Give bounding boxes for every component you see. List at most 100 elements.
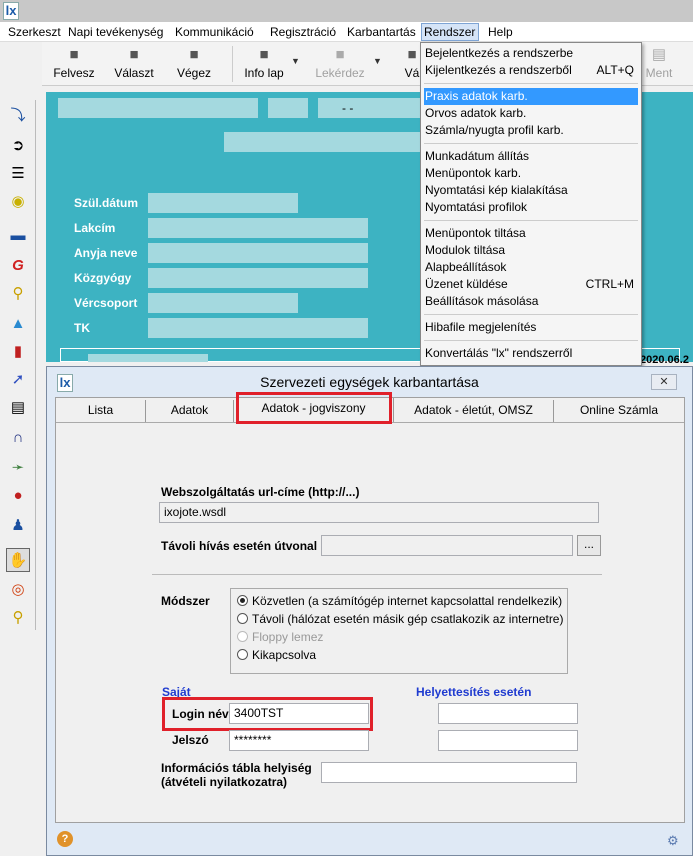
target-icon[interactable]: ◎ bbox=[6, 578, 30, 602]
g-letter-icon[interactable]: G bbox=[6, 254, 30, 278]
user-add-icon: ■ bbox=[69, 46, 79, 63]
method-label: Módszer bbox=[161, 594, 210, 608]
password-field[interactable]: ******** bbox=[229, 730, 369, 751]
menu-bar: Szerkeszt Napi tevékenység Kommunikáció … bbox=[0, 22, 693, 42]
flask-icon[interactable]: ▲ bbox=[6, 312, 30, 336]
bg-field bbox=[88, 354, 208, 362]
substitute-password-field[interactable] bbox=[438, 730, 578, 751]
lekerdez-button[interactable]: ■ Lekérdez bbox=[312, 44, 368, 84]
dialog-body: Lista Adatok Adatok - jogviszony Adatok … bbox=[55, 392, 685, 823]
stethoscope-icon[interactable]: ⤵ bbox=[6, 104, 30, 128]
info-table-field[interactable] bbox=[321, 762, 577, 783]
key-icon[interactable]: ⚲ bbox=[6, 282, 30, 306]
bg-date-text: 2020.06.2 bbox=[640, 354, 689, 366]
tab-online-szamla[interactable]: Online Számla bbox=[554, 400, 684, 422]
app-title-bar: lx bbox=[0, 0, 693, 22]
szervezeti-egysegek-dialog: lx Szervezeti egységek karbantartása ✕ L… bbox=[46, 366, 693, 856]
menu-item-kijelentkezes[interactable]: Kijelentkezés a rendszerből ALT+Q bbox=[424, 62, 638, 79]
save-icon: ▤ bbox=[651, 46, 667, 63]
menu-regisztracio[interactable]: Regisztráció bbox=[268, 24, 338, 40]
toolbar-separator bbox=[232, 46, 233, 82]
menu-item-hibafile[interactable]: Hibafile megjelenítés bbox=[424, 319, 638, 336]
vegez-button[interactable]: ■ Végez bbox=[172, 44, 216, 84]
bg-label: Vércsoport bbox=[74, 296, 138, 310]
menu-item-konvertalas[interactable]: Konvertálás "lx" rendszerről bbox=[424, 345, 638, 362]
method-option-kozvetlen[interactable]: Közvetlen (a számítógép internet kapcsol… bbox=[237, 593, 562, 609]
group-divider bbox=[152, 574, 602, 575]
menu-item-munkadatum[interactable]: Munkadátum állítás bbox=[424, 148, 638, 165]
menu-napi-tevekenyseg[interactable]: Napi tevékenység bbox=[66, 24, 165, 40]
bg-field bbox=[148, 293, 298, 313]
tab-adatok-eletut[interactable]: Adatok - életút, OMSZ bbox=[394, 400, 554, 422]
method-option-tavoli[interactable]: Távoli (hálózat esetén másik gép csatlak… bbox=[237, 611, 563, 627]
syringe-icon[interactable]: ➚ bbox=[6, 368, 30, 392]
info-lap-dropdown-icon[interactable]: ▼ bbox=[291, 56, 300, 66]
valaszt-button[interactable]: ■ Választ bbox=[112, 44, 156, 84]
settings-icon[interactable]: ⚙ bbox=[667, 833, 679, 849]
menu-item-modulok-tiltasa[interactable]: Modulok tiltása bbox=[424, 242, 638, 259]
webservice-url-field[interactable]: ixojote.wsdl bbox=[159, 502, 599, 523]
info-lap-label: Info lap bbox=[244, 66, 284, 80]
menu-item-menupontok-tiltasa[interactable]: Menüpontok tiltása bbox=[424, 225, 638, 242]
person-icon[interactable]: ♟ bbox=[6, 514, 30, 538]
bg-label: TK bbox=[74, 321, 90, 335]
menu-rendszer[interactable]: Rendszer bbox=[421, 23, 479, 41]
tab-adatok[interactable]: Adatok bbox=[146, 400, 234, 422]
bg-field bbox=[148, 193, 298, 213]
hand-icon[interactable]: ✋ bbox=[6, 548, 30, 572]
menu-item-praxis-adatok[interactable]: Praxis adatok karb. bbox=[424, 88, 638, 105]
login-arrow-icon[interactable]: ➲ bbox=[6, 134, 30, 158]
close-button[interactable]: ✕ bbox=[651, 374, 677, 390]
left-toolbar: ⤵ ➲ ☰ ◉ ▬ G ⚲ ▲ ▮ ➚ ▤ ∩ ➛ ● ♟ ✋ ◎ ⚲ bbox=[0, 100, 36, 630]
list-icon[interactable]: ☰ bbox=[6, 162, 30, 186]
menu-item-szamla-profil[interactable]: Számla/nyugta profil karb. bbox=[424, 122, 638, 139]
lekerdez-dropdown-icon[interactable]: ▼ bbox=[373, 56, 382, 66]
rendszer-dropdown-menu: Bejelentkezés a rendszerbe Kijelentkezés… bbox=[420, 42, 642, 366]
menu-item-alapbeallitasok[interactable]: Alapbeállítások bbox=[424, 259, 638, 276]
info-lap-button[interactable]: ■ Info lap bbox=[240, 44, 288, 84]
close-icon: ✕ bbox=[659, 376, 669, 388]
menu-item-orvos-adatok[interactable]: Orvos adatok karb. bbox=[424, 105, 638, 122]
menu-item-menupontok-karb[interactable]: Menüpontok karb. bbox=[424, 165, 638, 182]
menu-help[interactable]: Help bbox=[486, 24, 515, 40]
menu-item-label: Számla/nyugta profil karb. bbox=[425, 123, 564, 137]
method-option-kikapcsolva[interactable]: Kikapcsolva bbox=[237, 647, 316, 663]
menu-separator bbox=[424, 220, 638, 221]
felvesz-button[interactable]: ■ Felvesz bbox=[52, 44, 96, 84]
ment-label: Ment bbox=[645, 66, 673, 80]
clipboard-icon[interactable]: ▤ bbox=[6, 396, 30, 420]
ment-button[interactable]: ▤ Ment bbox=[642, 44, 676, 84]
menu-item-label: Nyomtatási kép kialakítása bbox=[425, 183, 568, 197]
app-logo-icon: lx bbox=[3, 2, 19, 20]
injection-icon[interactable]: ➛ bbox=[6, 456, 30, 480]
test-tube-icon[interactable]: ▮ bbox=[6, 340, 30, 364]
menu-item-shortcut: ALT+Q bbox=[596, 63, 634, 77]
menu-item-nyomtatasi-profilok[interactable]: Nyomtatási profilok bbox=[424, 199, 638, 216]
menu-item-bejelentkezes[interactable]: Bejelentkezés a rendszerbe bbox=[424, 45, 638, 62]
menu-szerkeszt[interactable]: Szerkeszt bbox=[6, 24, 63, 40]
key-icon[interactable]: ⚲ bbox=[6, 606, 30, 630]
tab-lista[interactable]: Lista bbox=[56, 400, 146, 422]
method-option-floppy[interactable]: Floppy lemez bbox=[237, 629, 323, 645]
magnet-icon[interactable]: ∩ bbox=[6, 426, 30, 450]
database-icon[interactable]: ◉ bbox=[6, 190, 30, 214]
remote-path-field[interactable] bbox=[321, 535, 573, 556]
browse-button[interactable]: ... bbox=[577, 535, 601, 556]
tab-label: Online Számla bbox=[579, 403, 659, 417]
menu-item-uzenet-kuldese[interactable]: Üzenet küldése CTRL+M bbox=[424, 276, 638, 293]
help-icon[interactable]: ? bbox=[57, 831, 73, 847]
menu-item-nyomtatasi-kep[interactable]: Nyomtatási kép kialakítása bbox=[424, 182, 638, 199]
tab-label: Adatok bbox=[170, 403, 209, 417]
va-button[interactable]: ■ Vá bbox=[402, 44, 422, 84]
radio-dot bbox=[237, 613, 248, 624]
bg-label: Szül.dátum bbox=[74, 196, 139, 210]
menu-item-beallitasok-masolasa[interactable]: Beállítások másolása bbox=[424, 293, 638, 310]
felvesz-label: Felvesz bbox=[53, 66, 95, 80]
substitute-login-field[interactable] bbox=[438, 703, 578, 724]
bed-icon[interactable]: ▬ bbox=[6, 224, 30, 248]
menu-karbantartas[interactable]: Karbantartás bbox=[345, 24, 418, 40]
menu-item-label: Kijelentkezés a rendszerből bbox=[425, 63, 572, 77]
menu-kommunikacio[interactable]: Kommunikáció bbox=[173, 24, 256, 40]
radio-dot bbox=[237, 595, 248, 606]
pills-icon[interactable]: ● bbox=[6, 484, 30, 508]
